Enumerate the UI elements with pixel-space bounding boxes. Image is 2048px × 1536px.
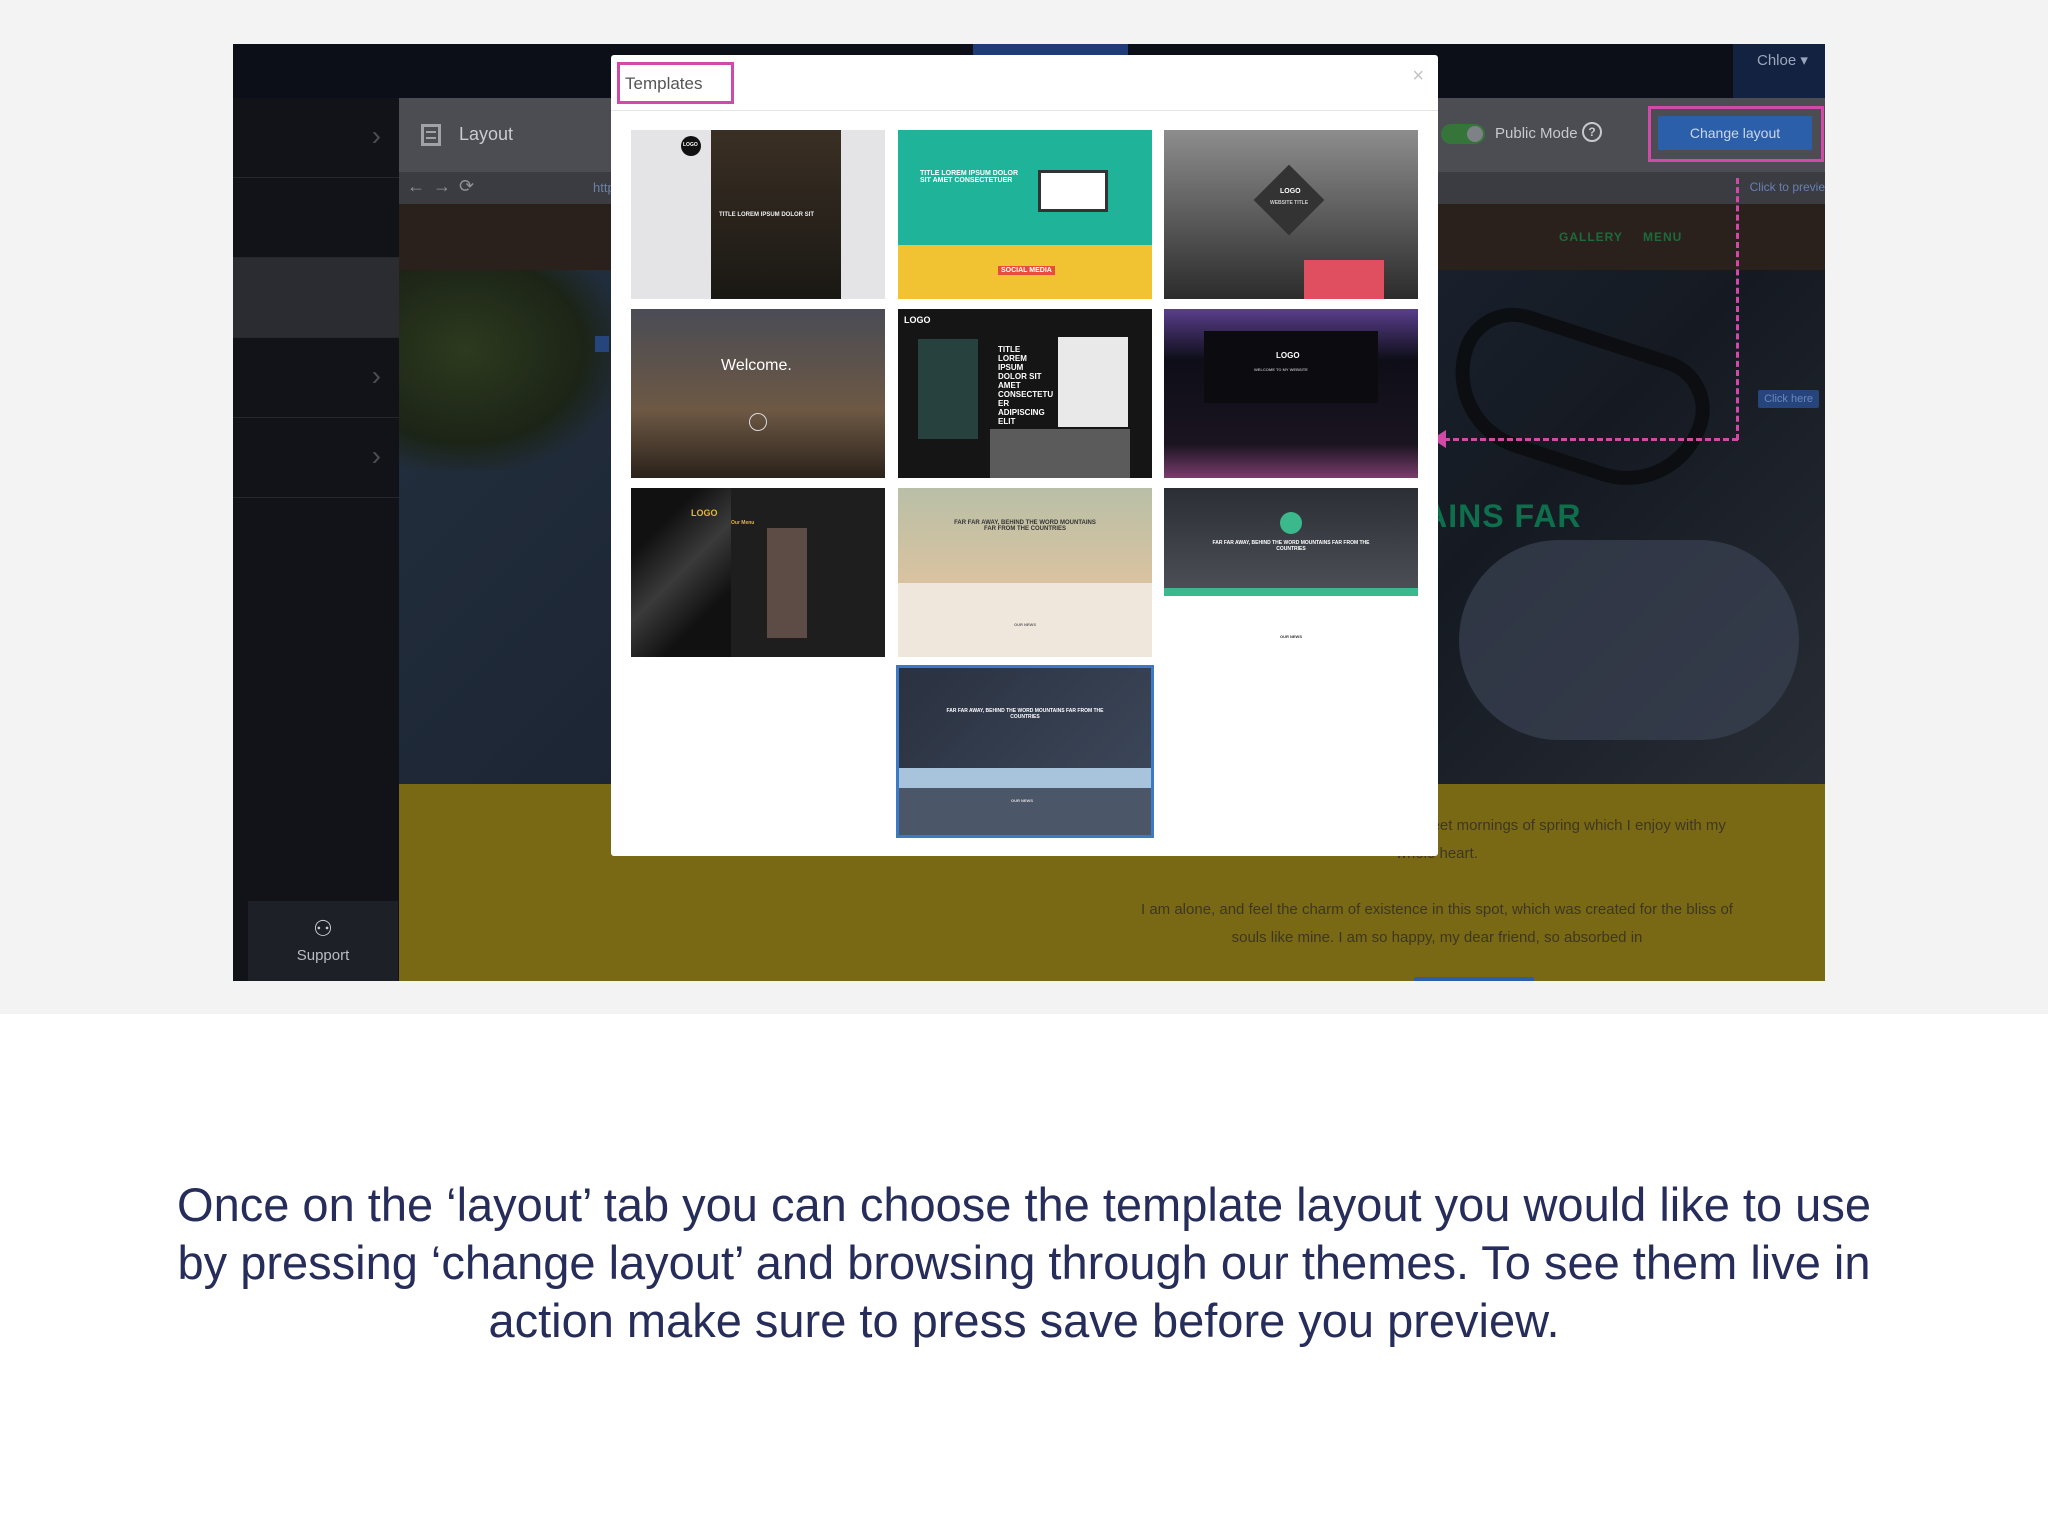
site-scroll-indicator xyxy=(1414,977,1534,981)
sidebar-item-2[interactable] xyxy=(233,178,399,258)
chevron-right-icon: › xyxy=(371,360,381,391)
template-9-title: FAR FAR AWAY, BEHIND THE WORD MOUNTAINS … xyxy=(1212,540,1370,552)
template-thumbnail-9[interactable]: FAR FAR AWAY, BEHIND THE WORD MOUNTAINS … xyxy=(1164,488,1418,657)
annotation-dashed-line-vertical xyxy=(1736,178,1739,440)
sidebar-item-4[interactable]: › xyxy=(233,338,399,418)
user-icon: ⚇ xyxy=(313,916,333,941)
click-here-marker[interactable] xyxy=(595,336,609,352)
site-nav-gallery[interactable]: GALLERY xyxy=(1559,230,1623,244)
layout-icon xyxy=(421,124,441,146)
templates-modal: Templates × LOGO TITLE LOREM IPSUM DOLOR… xyxy=(611,55,1438,856)
forward-arrow-icon[interactable]: → xyxy=(433,176,451,197)
modal-header: Templates × xyxy=(611,55,1438,111)
sidebar: › › › ⚇ Support xyxy=(233,98,399,981)
back-arrow-icon[interactable]: ← xyxy=(407,176,425,197)
public-mode-label: Public Mode xyxy=(1495,125,1578,142)
template-4-title: Welcome. xyxy=(721,357,792,374)
template-thumbnail-8[interactable]: FAR FAR AWAY, BEHIND THE WORD MOUNTAINS … xyxy=(898,488,1152,657)
sidebar-item-1[interactable]: › xyxy=(233,98,399,178)
template-thumbnail-3[interactable]: LOGO WEBSITE TITLE xyxy=(1164,130,1418,299)
sidebar-item-layout[interactable] xyxy=(233,258,399,338)
slide-caption: Once on the ‘layout’ tab you can choose … xyxy=(177,1178,1871,1347)
annotation-dashed-line-horizontal xyxy=(1444,438,1738,441)
template-thumbnail-2[interactable]: TITLE LOREM IPSUM DOLOR SIT AMET CONSECT… xyxy=(898,130,1152,299)
template-1-title: TITLE LOREM IPSUM DOLOR SIT xyxy=(719,212,814,218)
chevron-right-icon: › xyxy=(371,440,381,471)
hero-plant-image xyxy=(399,270,619,470)
template-2-title: TITLE LOREM IPSUM DOLOR SIT AMET CONSECT… xyxy=(920,170,1018,184)
support-button[interactable]: ⚇ Support xyxy=(248,901,398,981)
sidebar-item-5[interactable]: › xyxy=(233,418,399,498)
template-thumbnail-7[interactable]: LOGO Our Menu xyxy=(631,488,885,657)
support-label: Support xyxy=(296,947,350,964)
site-paragraph-2: I am alone, and feel the charm of existe… xyxy=(1141,901,1733,946)
hero-glasses-image xyxy=(1433,293,1725,507)
template-thumbnail-5[interactable]: LOGO TITLE LOREM IPSUM DOLOR SIT AMET CO… xyxy=(898,309,1152,478)
toolbar-title: Layout xyxy=(459,124,514,144)
click-here-badge[interactable]: Click here xyxy=(1758,390,1819,408)
template-thumbnail-1[interactable]: LOGO TITLE LOREM IPSUM DOLOR SIT xyxy=(631,130,885,299)
public-mode-toggle[interactable] xyxy=(1441,124,1485,144)
template-8-title: FAR FAR AWAY, BEHIND THE WORD MOUNTAINS … xyxy=(954,520,1096,532)
template-thumbnail-10[interactable]: FAR FAR AWAY, BEHIND THE WORD MOUNTAINS … xyxy=(896,665,1154,838)
hero-hand-image xyxy=(1459,540,1799,740)
site-nav-menu[interactable]: MENU xyxy=(1643,230,1682,244)
template-thumbnail-4[interactable]: Welcome. xyxy=(631,309,885,478)
reload-icon[interactable]: ⟳ xyxy=(459,176,474,197)
change-layout-highlight xyxy=(1648,106,1824,162)
help-icon[interactable]: ? xyxy=(1582,122,1602,142)
chevron-right-icon: › xyxy=(371,120,381,151)
template-5-title: TITLE LOREM IPSUM DOLOR SIT AMET CONSECT… xyxy=(998,345,1054,426)
user-menu[interactable]: Chloe ▾ xyxy=(1733,44,1825,98)
preview-hint[interactable]: Click to previe xyxy=(1750,180,1825,194)
template-thumbnail-6[interactable]: LOGO WELCOME TO MY WEBSITE xyxy=(1164,309,1418,478)
close-icon[interactable]: × xyxy=(1412,65,1424,88)
template-10-title: FAR FAR AWAY, BEHIND THE WORD MOUNTAINS … xyxy=(946,708,1104,720)
modal-title-highlight xyxy=(617,62,734,104)
